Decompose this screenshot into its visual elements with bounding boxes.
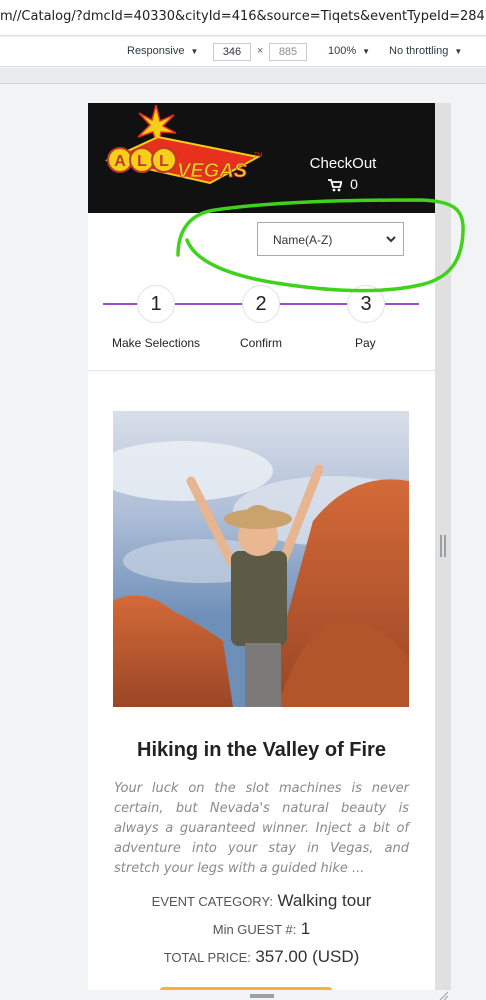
resize-handle-bottom[interactable] bbox=[250, 994, 274, 998]
step-1-circle: 1 bbox=[137, 285, 175, 323]
shopping-cart-icon bbox=[328, 178, 343, 192]
step-2-circle: 2 bbox=[242, 285, 280, 323]
all-vegas-logo[interactable]: A L L VEGAS TM bbox=[98, 105, 268, 205]
event-title[interactable]: Hiking in the Valley of Fire bbox=[88, 739, 435, 762]
chevron-down-icon: ▼ bbox=[190, 47, 199, 56]
section-divider bbox=[88, 370, 435, 371]
resize-corner-icon[interactable] bbox=[438, 990, 448, 1000]
cart-count: 0 bbox=[350, 176, 358, 192]
resize-handle-right[interactable] bbox=[440, 535, 446, 557]
media-query-ruler bbox=[0, 68, 486, 84]
step-3-label: Pay bbox=[355, 336, 376, 350]
logo-tm: TM bbox=[254, 153, 263, 159]
event-category-value: Walking tour bbox=[277, 891, 372, 910]
min-guest-row: Min GUEST #: 1 bbox=[88, 919, 435, 939]
chevron-down-icon bbox=[386, 236, 396, 243]
book-button[interactable] bbox=[160, 987, 332, 990]
site-header: A L L VEGAS TM CheckOut 0 bbox=[88, 103, 435, 213]
devtools-device-toolbar: Responsive ▼ 346 × 885 100% ▼ No throttlin… bbox=[0, 37, 486, 67]
step-1-label: Make Selections bbox=[112, 336, 201, 350]
device-viewport: A L L VEGAS TM CheckOut 0 Name(A-Z) 1 Ma… bbox=[88, 103, 435, 990]
browser-url-bar[interactable]: m//Catalog/?dmcId=40330&cityId=416&sourc… bbox=[0, 0, 486, 36]
logo-letter-l1: L bbox=[137, 153, 147, 170]
event-photo[interactable] bbox=[113, 411, 409, 707]
checkout-steps: 1 Make Selections 2 Confirm 3 Pay bbox=[103, 285, 419, 353]
min-guest-value: 1 bbox=[300, 919, 311, 938]
chevron-down-icon: ▼ bbox=[454, 47, 463, 56]
dimension-separator: × bbox=[257, 45, 264, 57]
sort-select-value: Name(A-Z) bbox=[273, 233, 333, 247]
zoom-select-label: 100% bbox=[328, 45, 357, 57]
event-category-row: EVENT CATEGORY: Walking tour bbox=[88, 891, 435, 911]
event-description: Your luck on the slot machines is never … bbox=[114, 781, 409, 876]
chevron-down-icon: ▼ bbox=[362, 47, 371, 56]
total-price-label: TOTAL PRICE: bbox=[163, 950, 251, 965]
step-3-circle: 3 bbox=[347, 285, 385, 323]
sort-select[interactable]: Name(A-Z) bbox=[257, 222, 404, 256]
viewport-width-input[interactable]: 346 bbox=[213, 43, 251, 61]
logo-letter-a: A bbox=[114, 153, 126, 170]
cart-indicator[interactable]: 0 bbox=[298, 176, 388, 192]
checkout-link[interactable]: CheckOut 0 bbox=[298, 155, 388, 192]
total-price-row: TOTAL PRICE: 357.00 (USD) bbox=[88, 947, 435, 967]
device-select-label: Responsive bbox=[127, 45, 185, 57]
url-text[interactable]: m//Catalog/?dmcId=40330&cityId=416&sourc… bbox=[0, 9, 486, 24]
zoom-select[interactable]: 100% ▼ bbox=[328, 45, 370, 57]
throttling-select-label: No throttling bbox=[389, 45, 449, 57]
logo-letter-l2: L bbox=[159, 153, 169, 170]
logo-vegas-text: VEGAS bbox=[177, 160, 248, 182]
min-guest-label: Min GUEST #: bbox=[212, 922, 297, 937]
device-select[interactable]: Responsive ▼ bbox=[127, 45, 198, 57]
event-category-label: EVENT CATEGORY: bbox=[151, 894, 274, 909]
total-price-value: 357.00 (USD) bbox=[255, 947, 360, 966]
step-2-label: Confirm bbox=[240, 336, 283, 350]
throttling-select[interactable]: No throttling ▼ bbox=[389, 45, 462, 57]
viewport-height-input[interactable]: 885 bbox=[269, 43, 307, 61]
checkout-label: CheckOut bbox=[309, 155, 377, 172]
